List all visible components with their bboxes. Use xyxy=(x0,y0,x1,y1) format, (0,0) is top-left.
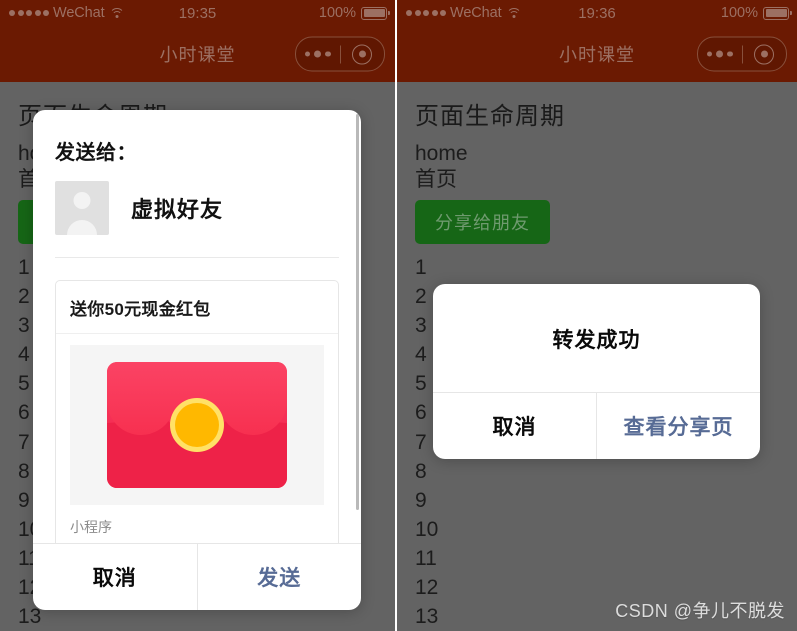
share-dialog: 发送给： 虚拟好友 送你50元现金红包 小程序 取消 发送 xyxy=(33,110,361,610)
share-dialog-actions: 取消 发送 xyxy=(33,543,361,610)
share-dialog-scroll-area[interactable]: 发送给： 虚拟好友 送你50元现金红包 小程序 xyxy=(33,110,361,543)
share-card-title: 送你50元现金红包 xyxy=(56,281,338,334)
share-card-thumbnail xyxy=(70,345,324,505)
watermark-label: CSDN @争儿不脱发 xyxy=(615,601,785,621)
share-recipient-name: 虚拟好友 xyxy=(131,197,224,222)
phone-panel-left: WeChat 19:35 100% 小时课堂 页面生命周期 home 首页 xyxy=(0,0,395,631)
view-share-page-button[interactable]: 查看分享页 xyxy=(596,393,760,459)
forward-success-dialog: 转发成功 取消 查看分享页 xyxy=(433,284,760,459)
red-envelope-icon xyxy=(107,362,287,488)
success-cancel-button[interactable]: 取消 xyxy=(433,393,596,459)
screenshot-root: WeChat 19:35 100% 小时课堂 页面生命周期 home 首页 xyxy=(0,0,797,631)
panel-divider xyxy=(395,0,397,631)
phone-panel-right: WeChat 19:36 100% 小时课堂 页面生命周期 home 首页 分享… xyxy=(397,0,797,631)
share-dialog-scrollbar[interactable] xyxy=(356,114,359,510)
share-preview-card: 送你50元现金红包 小程序 xyxy=(55,280,339,543)
success-message: 转发成功 xyxy=(552,329,641,352)
share-recipient-row: 虚拟好友 xyxy=(55,181,339,258)
share-cancel-button[interactable]: 取消 xyxy=(33,544,197,610)
person-placeholder-icon xyxy=(55,181,109,235)
success-dialog-actions: 取消 查看分享页 xyxy=(433,392,760,459)
share-dialog-title: 发送给： xyxy=(55,142,137,164)
share-card-footer: 小程序 xyxy=(70,519,112,535)
share-send-button[interactable]: 发送 xyxy=(196,544,362,610)
